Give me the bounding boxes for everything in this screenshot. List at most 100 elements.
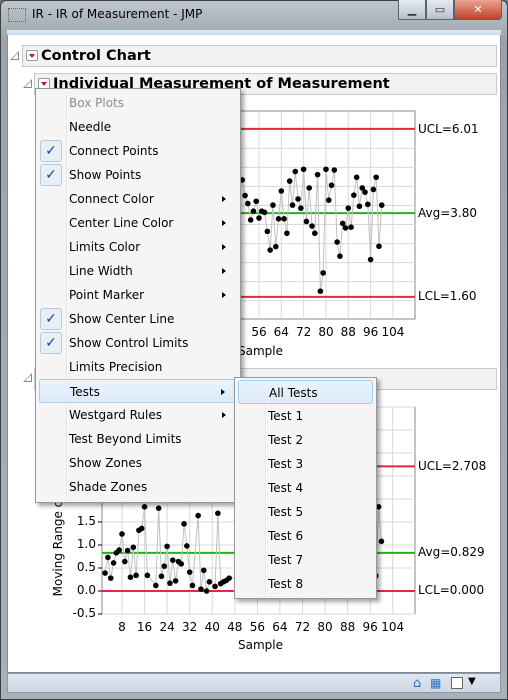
y-tick-label: -0.5 [72, 606, 96, 620]
menu-item-show-points[interactable]: ✓ Show Points [39, 163, 237, 187]
data-point [186, 569, 193, 575]
data-point [144, 572, 151, 579]
data-point [107, 575, 114, 581]
menu-item-label: Center Line Color [69, 216, 174, 230]
data-point [353, 174, 360, 181]
x-tick-label: 80 [318, 325, 334, 339]
checkmark-icon: ✓ [40, 164, 62, 186]
data-point [367, 256, 374, 263]
x-tick-label: 88 [340, 325, 356, 339]
data-point [253, 198, 260, 205]
x-tick-label: 104 [381, 620, 405, 634]
menu-item-label: Test 4 [268, 481, 304, 495]
data-point [300, 166, 307, 173]
data-point [122, 558, 128, 565]
menu-item-all-tests[interactable]: All Tests [238, 380, 373, 404]
menu-item-label: Line Width [69, 264, 133, 278]
data-point [161, 563, 168, 569]
menu-item-label: Show Zones [69, 456, 142, 470]
menu-item-test-1[interactable]: Test 1 [238, 404, 373, 428]
menu-item-test-beyond-limits[interactable]: Test Beyond Limits [39, 427, 237, 451]
data-point [119, 531, 125, 537]
x-tick-label: 72 [295, 325, 312, 339]
menu-item-test-7[interactable]: Test 7 [238, 548, 373, 572]
edit-table-icon[interactable]: ▦ [430, 676, 441, 690]
menu-item-label: Needle [69, 120, 112, 134]
home-icon[interactable]: ⌂ [413, 676, 421, 691]
data-point [181, 521, 187, 527]
menu-item-label: Tests [70, 385, 100, 399]
menu-item-label: Show Points [69, 168, 142, 182]
menu-item-westgard-rules[interactable]: Westgard Rules [39, 403, 237, 427]
data-point [116, 547, 122, 553]
submenu-arrow-icon [222, 220, 229, 226]
menu-item-test-5[interactable]: Test 5 [238, 500, 373, 524]
data-point [272, 243, 279, 250]
menu-item-limits-precision[interactable]: Limits Precision [39, 355, 237, 379]
data-point [256, 215, 262, 221]
menu-item-label: Test 2 [268, 433, 304, 447]
data-point [286, 178, 293, 184]
data-point [325, 197, 332, 203]
data-point [195, 512, 201, 519]
data-point [331, 167, 338, 173]
data-point [378, 202, 385, 208]
data-point [206, 579, 213, 585]
menu-item-shade-zones[interactable]: Shade Zones [39, 475, 237, 499]
menu-item-show-control-limits[interactable]: ✓ Show Control Limits [39, 331, 237, 355]
data-point [215, 510, 221, 517]
data-point [264, 228, 271, 235]
x-tick-label: 96 [362, 325, 379, 339]
data-point [245, 200, 251, 207]
dropdown-arrow-icon[interactable]: ▼ [468, 676, 476, 687]
x-axis-title: Sample [238, 638, 283, 652]
menu-item-line-width[interactable]: Line Width [39, 259, 237, 283]
layout-checkbox[interactable] [451, 677, 463, 689]
data-point [351, 192, 357, 198]
x-tick-label: 48 [227, 620, 243, 634]
data-point [314, 171, 321, 178]
submenu-arrow-icon [222, 196, 229, 202]
chart-options-menu: Box Plots Needle ✓ Connect Points ✓ Show Poin… [35, 88, 241, 503]
menu-item-limits-color[interactable]: Limits Color [39, 235, 237, 259]
menu-item-center-line-color[interactable]: Center Line Color [39, 211, 237, 235]
data-point [155, 505, 162, 512]
menu-item-tests[interactable]: Tests [39, 379, 237, 403]
x-tick-label: 64 [273, 325, 289, 339]
menu-item-label: Shade Zones [69, 480, 148, 494]
menu-item-label: Connect Points [69, 144, 159, 158]
data-point [138, 525, 145, 532]
menu-item-test-6[interactable]: Test 6 [238, 524, 373, 548]
menu-item-box-plots: Box Plots [39, 91, 237, 115]
menu-item-test-3[interactable]: Test 3 [238, 452, 373, 476]
menu-item-show-zones[interactable]: Show Zones [39, 451, 237, 475]
x-tick-label: 104 [381, 325, 405, 339]
data-point [303, 218, 310, 225]
menu-item-point-marker[interactable]: Point Marker [39, 283, 237, 307]
x-tick-label: 32 [182, 620, 198, 634]
avg-label: Avg=0.829 [418, 545, 485, 559]
menu-item-test-4[interactable]: Test 4 [238, 476, 373, 500]
data-point [153, 582, 159, 589]
menu-item-test-2[interactable]: Test 2 [238, 428, 373, 452]
y-tick-label: 0.5 [76, 560, 96, 574]
menu-item-label: Test 6 [268, 529, 304, 543]
data-point [261, 209, 268, 216]
x-axis-title: Sample [238, 344, 283, 358]
menu-item-show-center-line[interactable]: ✓ Show Center Line [39, 307, 237, 331]
x-tick-label: 8 [118, 620, 126, 634]
x-tick-label: 72 [294, 620, 311, 634]
submenu-arrow-icon [222, 412, 229, 418]
menu-item-connect-points[interactable]: ✓ Connect Points [39, 139, 237, 163]
menu-item-label: Test 8 [268, 577, 304, 591]
submenu-arrow-icon [222, 292, 229, 298]
menu-item-connect-color[interactable]: Connect Color [39, 187, 237, 211]
data-point [306, 185, 313, 191]
menu-item-test-8[interactable]: Test 8 [238, 572, 373, 596]
data-point [320, 270, 326, 276]
data-point [298, 205, 304, 211]
data-point [158, 573, 165, 580]
data-point [292, 168, 299, 175]
menu-item-needle[interactable]: Needle [39, 115, 237, 139]
data-point [328, 182, 335, 189]
